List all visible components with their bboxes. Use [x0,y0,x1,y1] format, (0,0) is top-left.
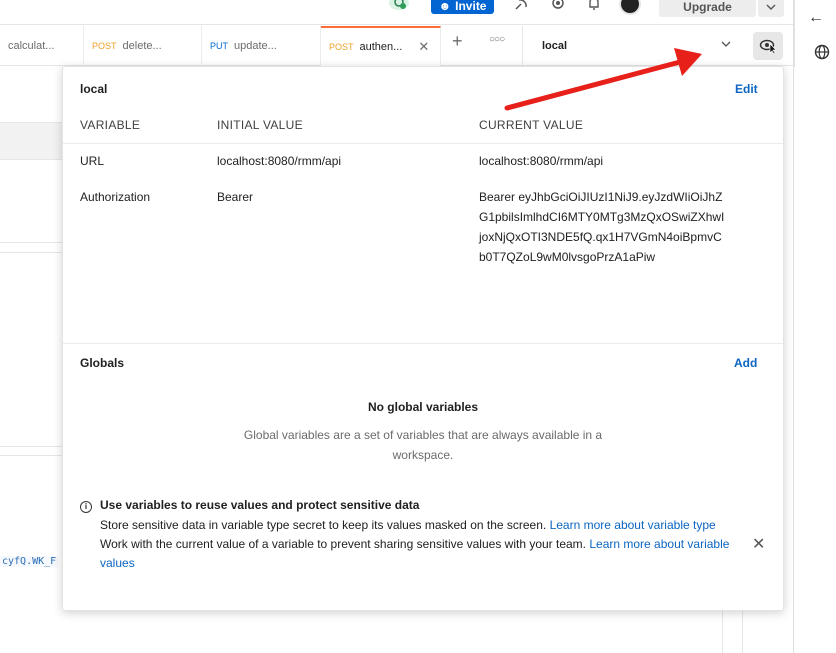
empty-state-description: Global variables are a set of variables … [243,428,603,462]
tab-method: POST [92,41,117,51]
top-bar: ☻ Invite Upgrade [0,0,793,25]
invite-label: Invite [455,0,487,13]
section-divider [63,343,783,344]
more-options-icon[interactable]: ○○○ [489,34,505,45]
info-title: Use variables to reuse values and protec… [100,498,420,512]
code-snippet: cyfQ.WK_F [0,556,59,567]
column-header-variable: VARIABLE [80,118,141,132]
tab-label: update... [234,40,277,52]
bg-divider [0,252,62,253]
add-user-icon: ☻ [438,0,452,13]
info-text: Store sensitive data in variable type se… [100,516,740,573]
edit-link[interactable]: Edit [735,82,758,96]
tab-method: PUT [210,41,228,51]
variable-name: URL [80,154,105,168]
globals-title: Globals [80,356,125,370]
bg-divider [722,611,723,653]
bg-divider [742,611,743,653]
column-header-initial: INITIAL VALUE [217,118,303,132]
close-icon[interactable]: ✕ [418,39,429,55]
info-icon: i [80,501,92,513]
header-divider [63,143,783,144]
bg-divider [0,446,62,447]
info-line-1: Store sensitive data in variable type se… [100,518,550,532]
learn-more-variable-type-link[interactable]: Learn more about variable type [550,518,716,532]
variable-current-value: Bearer eyJhbGciOiJIUzI1NiJ9.eyJzdWIiOiJh… [479,190,725,264]
tab-method: POST [329,42,354,52]
close-icon[interactable]: ✕ [752,534,765,554]
empty-state-title: No global variables [367,400,479,414]
right-side-panel: ← [793,0,836,653]
invite-button[interactable]: ☻ Invite [431,0,494,14]
sync-status-icon[interactable] [388,0,410,12]
add-global-link[interactable]: Add [734,356,757,370]
info-line-2: Work with the current value of a variabl… [100,537,590,551]
tab-label: calculat... [8,40,55,52]
eye-icon [759,39,777,54]
environment-selector[interactable]: local [522,26,744,66]
tab-authenticate[interactable]: POST authen... ✕ [321,26,441,66]
variable-name: Authorization [80,190,151,204]
upgrade-dropdown-button[interactable] [758,0,784,17]
tab-label: delete... [122,40,162,52]
user-avatar[interactable] [619,0,641,15]
variable-initial-value: Bearer [217,190,254,204]
bg-divider [0,455,62,456]
chevron-down-icon[interactable] [721,38,731,50]
environment-quick-look-button[interactable] [753,32,783,60]
notification-bell-icon[interactable] [585,0,603,12]
tab-update[interactable]: PUT update... [202,26,321,66]
new-tab-plus-icon[interactable]: + [452,31,463,52]
satellite-icon[interactable] [512,0,530,12]
tab-label: authen... [359,41,403,53]
chevron-down-icon [766,4,776,10]
settings-gear-icon[interactable] [549,0,567,12]
variable-initial-value: localhost:8080/rmm/api [217,154,342,168]
tab-calculate[interactable]: calculat... [0,26,84,66]
tab-delete[interactable]: POST delete... [84,26,202,66]
upgrade-button[interactable]: Upgrade [659,0,756,17]
bg-header-row [0,122,62,160]
environment-name: local [542,40,568,52]
strip-divider [794,0,795,67]
environment-title: local [80,82,108,96]
environment-quick-look-popup: local Edit VARIABLE INITIAL VALUE CURREN… [62,66,784,611]
back-arrow-icon[interactable]: ← [808,9,824,27]
globe-icon[interactable] [814,44,836,64]
variable-current-value: localhost:8080/rmm/api [479,154,604,168]
column-header-current: CURRENT VALUE [479,118,584,132]
bg-divider [0,242,62,243]
